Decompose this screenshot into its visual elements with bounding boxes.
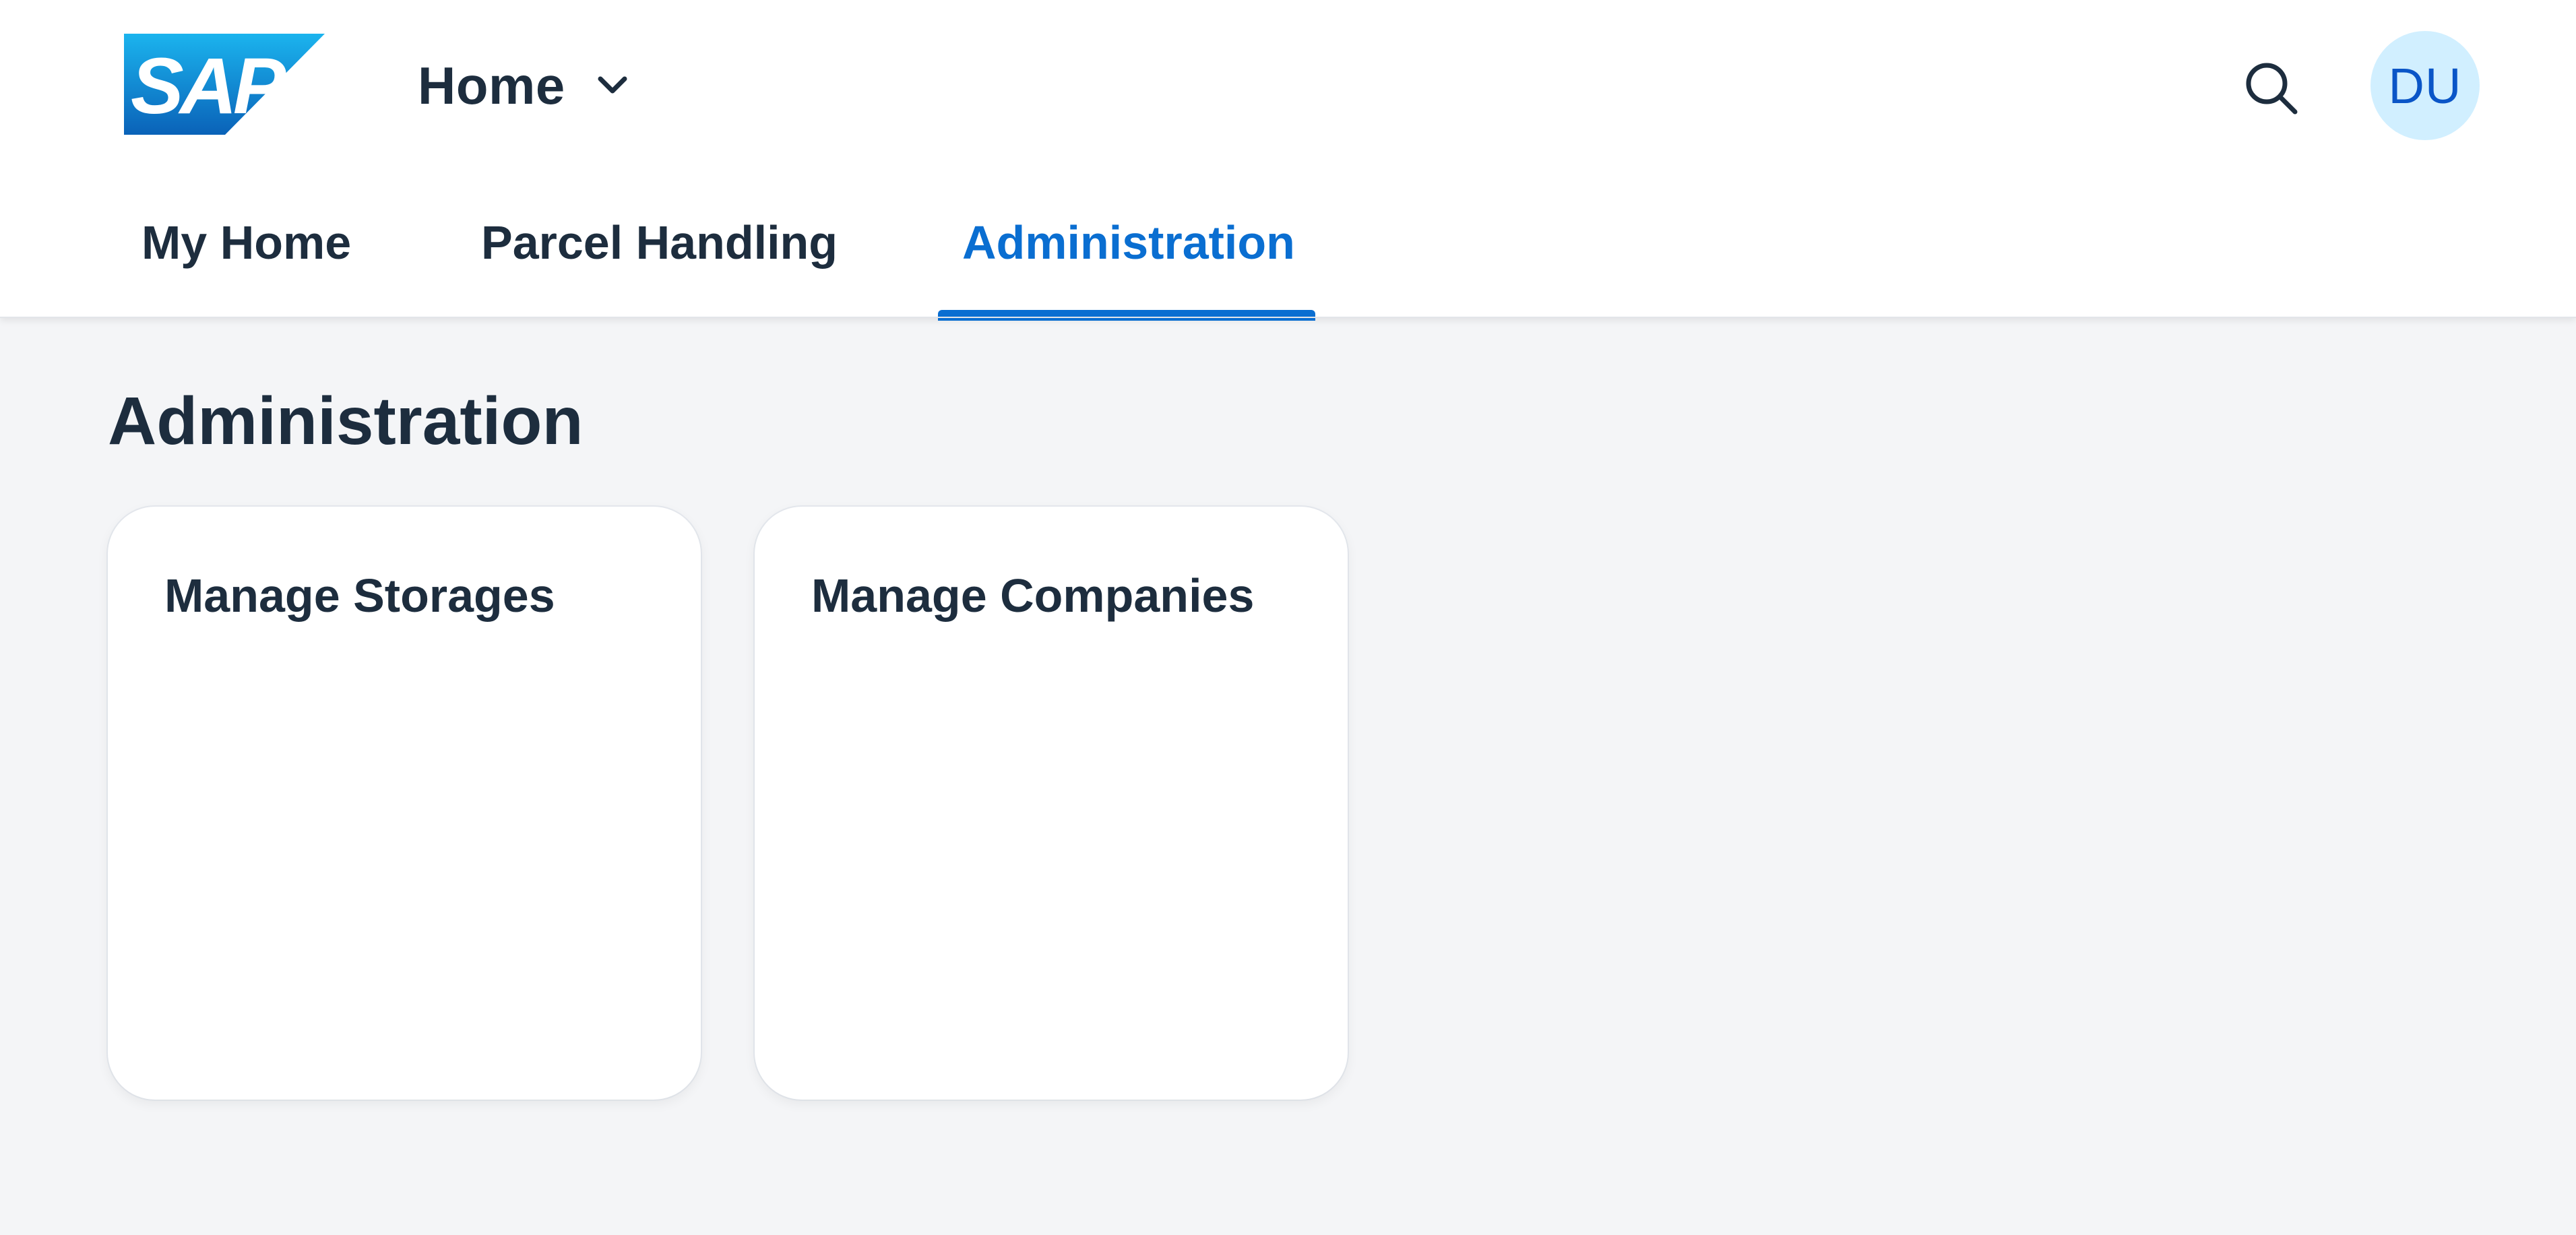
tab-administration[interactable]: Administration [962,209,1295,276]
home-menu-label: Home [418,55,565,115]
search-button[interactable] [2237,54,2304,121]
tab-my-home[interactable]: My Home [142,209,351,276]
user-avatar[interactable]: DU [2370,31,2480,140]
manage-companies-tile[interactable]: Manage Companies [755,507,1348,1100]
search-icon [2246,63,2298,115]
tile-title: Manage Storages [164,569,555,622]
manage-storages-tile[interactable]: Manage Storages [108,507,701,1100]
chevron-down-icon [598,76,627,94]
page-title: Administration [108,383,584,459]
tile-title: Manage Companies [811,569,1255,622]
shell-header: SAP Home DU My Home Parcel Handling Admi… [0,0,2576,321]
header-divider [0,317,2576,318]
tab-parcel-handling[interactable]: Parcel Handling [481,209,838,276]
sap-logo[interactable]: SAP [124,34,325,135]
sap-logo-graphic: SAP [124,34,325,135]
selected-tab-indicator [938,310,1315,321]
home-menu-button[interactable]: Home [418,49,630,123]
sap-logo-text: SAP [131,42,286,131]
